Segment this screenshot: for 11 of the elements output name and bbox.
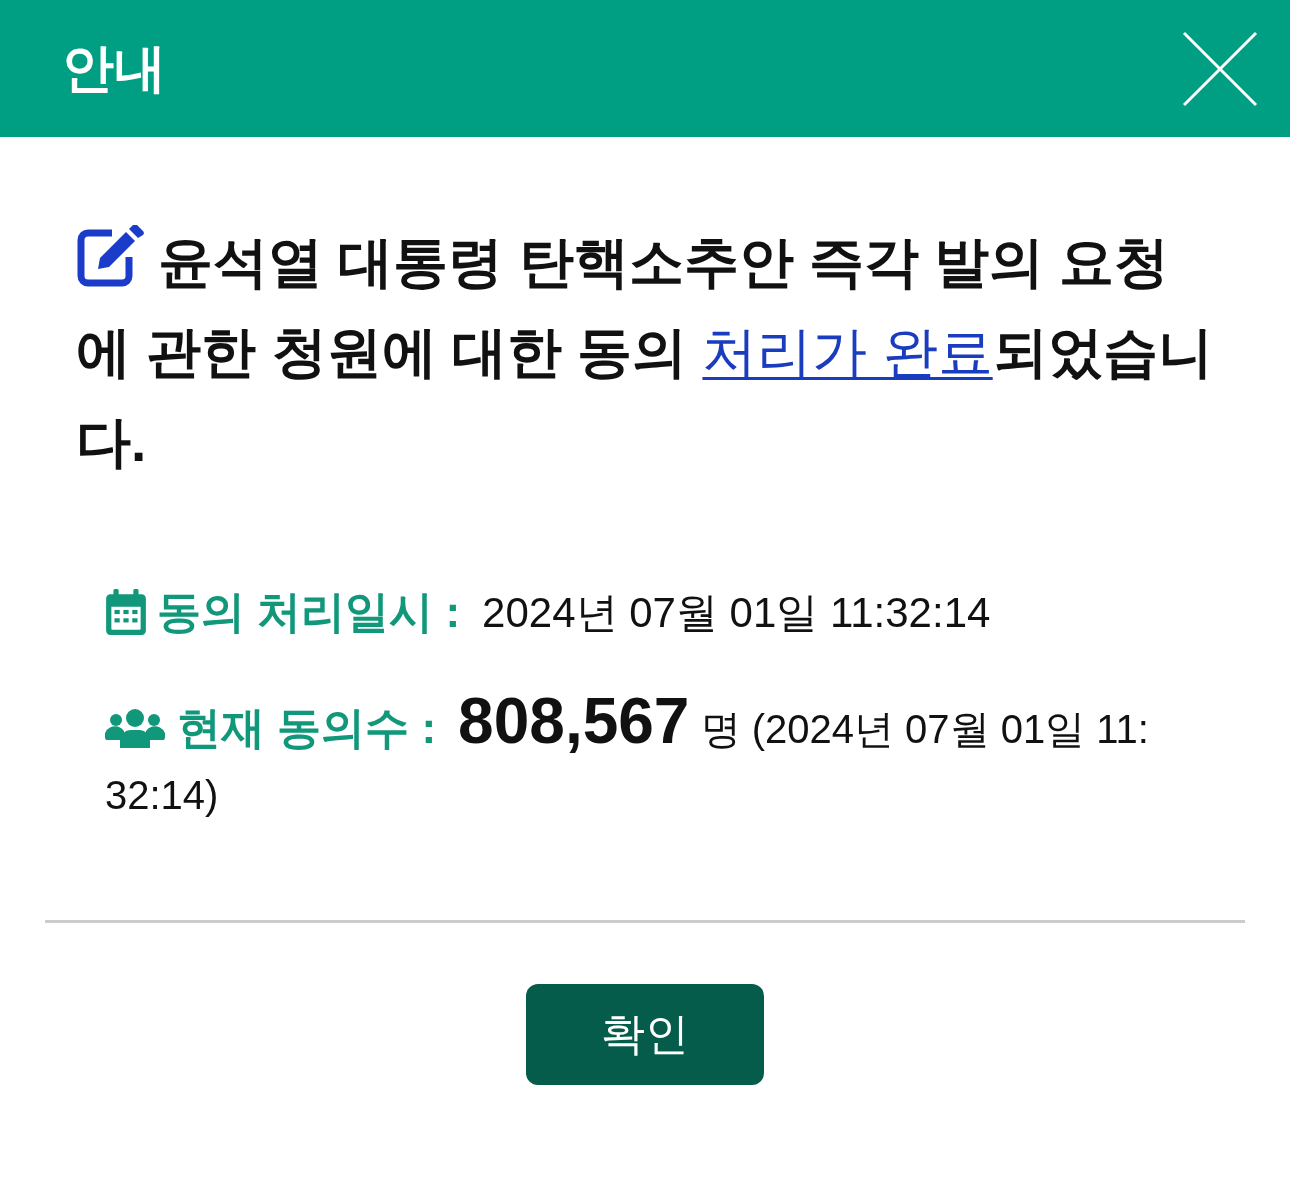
calendar-icon <box>105 589 147 635</box>
detail-label: 동의 처리일시 : <box>157 587 461 636</box>
close-icon[interactable] <box>1182 30 1258 107</box>
detail-value: 2024년 07월 01일 11:32:14 <box>482 589 991 636</box>
confirm-button[interactable]: 확인 <box>526 984 764 1085</box>
notice-message: 윤석열 대통령 탄핵소추안 즉각 발의 요청에 관한 청원에 대한 동의 처리가 완료되었습니다. <box>0 217 1290 487</box>
edit-icon <box>76 225 144 287</box>
consent-count-text: 현재 동의수 : 808,567 명 (2024년 07월 01일 11:32:14) <box>105 689 1150 819</box>
completion-link[interactable]: 처리가 완료 <box>702 321 993 383</box>
people-icon <box>105 708 165 748</box>
dialog-title: 안내 <box>62 38 166 100</box>
